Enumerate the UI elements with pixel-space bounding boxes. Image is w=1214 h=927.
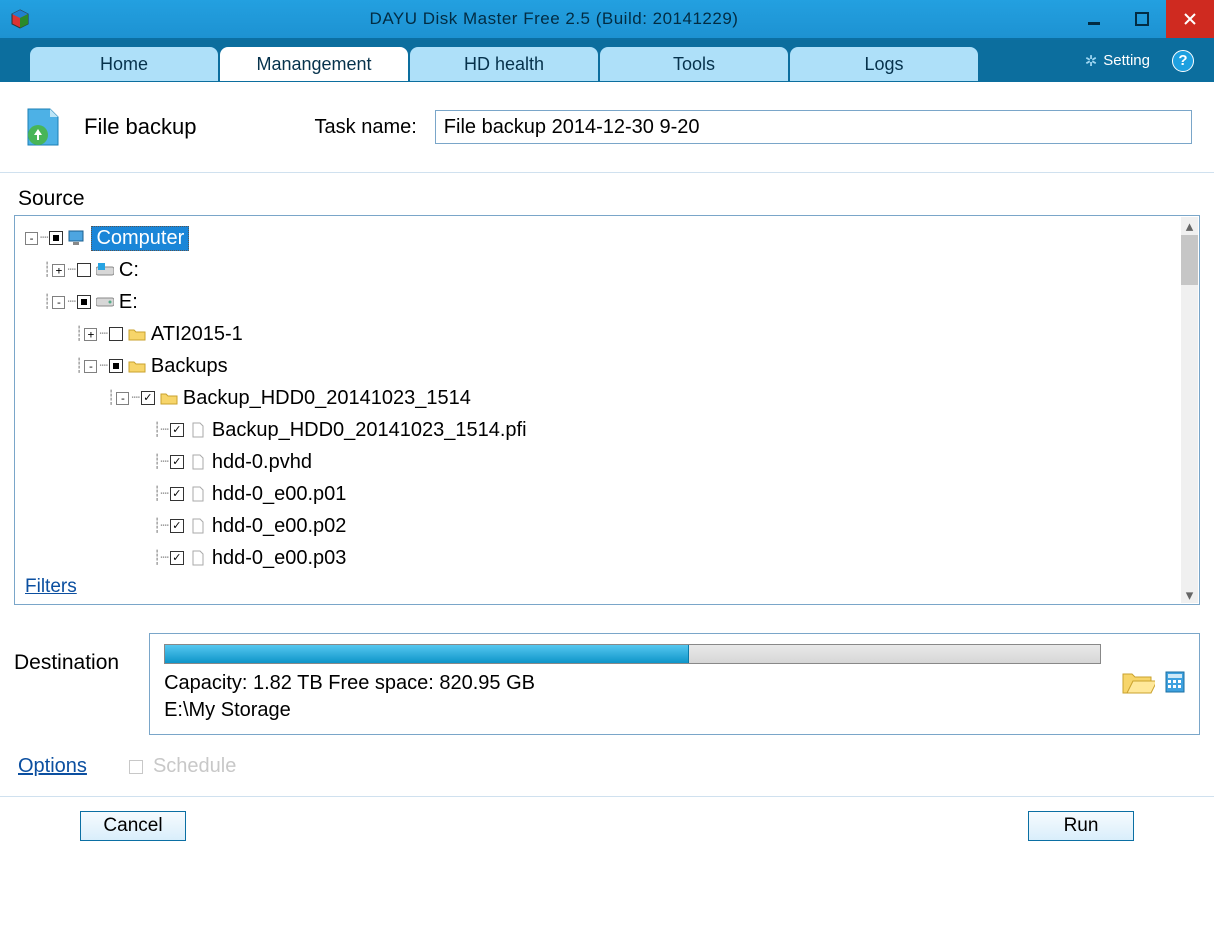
tree-row-drive-c[interactable]: ┊+┈ C: (23, 254, 1181, 286)
run-button[interactable]: Run (1028, 811, 1134, 841)
expander-icon[interactable]: - (84, 360, 97, 373)
folder-icon (127, 325, 147, 343)
options-link[interactable]: Options (18, 755, 87, 778)
capacity-text: Capacity: 1.82 TB Free space: 820.95 GB (164, 670, 1101, 697)
tree-label: Computer (91, 226, 189, 251)
tree-label: hdd-0.pvhd (212, 451, 312, 474)
tree-row-folder-bhdd[interactable]: ┊-┈ Backup_HDD0_20141023_1514 (23, 382, 1181, 414)
task-name-label: Task name: (315, 116, 417, 139)
expander-icon[interactable]: - (116, 392, 129, 405)
checkbox[interactable] (170, 423, 184, 437)
maximize-button[interactable] (1118, 0, 1166, 38)
tab-hdhealth[interactable]: HD health (410, 47, 598, 81)
expander-icon[interactable]: + (52, 264, 65, 277)
schedule-label: Schedule (153, 755, 236, 778)
folder-icon (159, 389, 179, 407)
expander-icon[interactable]: + (84, 328, 97, 341)
tree-label: C: (119, 259, 139, 282)
tree-row-file[interactable]: ┊┈ Backup_HDD0_20141023_1514.pfi (23, 414, 1181, 446)
setting-label: Setting (1103, 52, 1150, 69)
close-button[interactable] (1166, 0, 1214, 38)
options-row: Options Schedule (18, 755, 1200, 778)
source-label: Source (18, 187, 1200, 211)
checkbox[interactable] (170, 551, 184, 565)
help-button[interactable]: ? (1172, 50, 1194, 72)
tree-label: Backup_HDD0_20141023_1514 (183, 387, 471, 410)
tab-tools[interactable]: Tools (600, 47, 788, 81)
tab-home[interactable]: Home (30, 47, 218, 81)
file-backup-icon (22, 105, 66, 149)
checkbox[interactable] (170, 455, 184, 469)
browse-folder-button[interactable] (1121, 668, 1155, 700)
tree-row-file[interactable]: ┊┈ hdd-0_e00.p01 (23, 478, 1181, 510)
file-icon (188, 517, 208, 535)
tree-row-computer[interactable]: -┈ Computer (23, 222, 1181, 254)
page-title: File backup (84, 114, 197, 140)
checkbox[interactable] (141, 391, 155, 405)
tree-row-file[interactable]: ┊┈ hdd-0_e00.p02 (23, 510, 1181, 542)
checkbox[interactable] (170, 487, 184, 501)
gear-icon: ✲ (1085, 52, 1098, 70)
tree-label: Backups (151, 355, 228, 378)
scrollbar[interactable]: ▴ ▾ (1181, 217, 1198, 603)
titlebar: DAYU Disk Master Free 2.5 (Build: 201412… (0, 0, 1214, 40)
tree-row-folder-ati[interactable]: ┊+┈ ATI2015-1 (23, 318, 1181, 350)
expander-icon[interactable]: - (52, 296, 65, 309)
tree-label: E: (119, 291, 138, 314)
capacity-bar (164, 644, 1101, 664)
computer-icon (67, 229, 87, 247)
tree-row-file[interactable]: ┊┈ hdd-0_e00.p03 (23, 542, 1181, 568)
drive-icon (95, 293, 115, 311)
schedule-checkbox: Schedule (127, 755, 236, 778)
drive-icon (95, 261, 115, 279)
tree-row-file[interactable]: ┊┈ hdd-0.pvhd (23, 446, 1181, 478)
tab-logs[interactable]: Logs (790, 47, 978, 81)
tree-label: ATI2015-1 (151, 323, 243, 346)
task-name-input[interactable] (435, 110, 1192, 144)
destination-section: Destination Capacity: 1.82 TB Free space… (14, 633, 1200, 735)
file-icon (188, 421, 208, 439)
scroll-thumb[interactable] (1181, 235, 1198, 285)
scroll-down-icon[interactable]: ▾ (1181, 586, 1198, 603)
checkbox[interactable] (109, 359, 123, 373)
calculator-button[interactable] (1165, 671, 1185, 697)
tree-label: Backup_HDD0_20141023_1514.pfi (212, 419, 527, 442)
window-title: DAYU Disk Master Free 2.5 (Build: 201412… (38, 9, 1070, 29)
scroll-up-icon[interactable]: ▴ (1181, 217, 1198, 234)
button-row: Cancel Run (0, 796, 1214, 841)
tab-strip: Home Manangement HD health Tools Logs ✲ … (0, 40, 1214, 82)
checkbox[interactable] (77, 263, 91, 277)
checkbox (129, 760, 143, 774)
file-icon (188, 453, 208, 471)
filters-link[interactable]: Filters (25, 576, 77, 598)
file-icon (188, 485, 208, 503)
expander-icon[interactable]: - (25, 232, 38, 245)
folder-icon (127, 357, 147, 375)
checkbox[interactable] (170, 519, 184, 533)
destination-box: Capacity: 1.82 TB Free space: 820.95 GB … (149, 633, 1200, 735)
checkbox[interactable] (49, 231, 63, 245)
destination-path: E:\My Storage (164, 697, 1101, 724)
task-header: File backup Task name: (14, 82, 1200, 172)
app-icon (10, 9, 30, 29)
tree-label: hdd-0_e00.p03 (212, 547, 347, 569)
checkbox[interactable] (77, 295, 91, 309)
cancel-button[interactable]: Cancel (80, 811, 186, 841)
destination-label: Destination (14, 633, 119, 675)
minimize-button[interactable] (1070, 0, 1118, 38)
checkbox[interactable] (109, 327, 123, 341)
tree-label: hdd-0_e00.p01 (212, 483, 347, 506)
source-tree: -┈ Computer ┊+┈ C: ┊-┈ E: ┊+┈ (14, 215, 1200, 605)
tree-row-folder-backups[interactable]: ┊-┈ Backups (23, 350, 1181, 382)
tree-row-drive-e[interactable]: ┊-┈ E: (23, 286, 1181, 318)
tree-label: hdd-0_e00.p02 (212, 515, 347, 538)
setting-button[interactable]: ✲ Setting (1085, 52, 1150, 70)
tab-management[interactable]: Manangement (220, 47, 408, 81)
file-icon (188, 549, 208, 567)
